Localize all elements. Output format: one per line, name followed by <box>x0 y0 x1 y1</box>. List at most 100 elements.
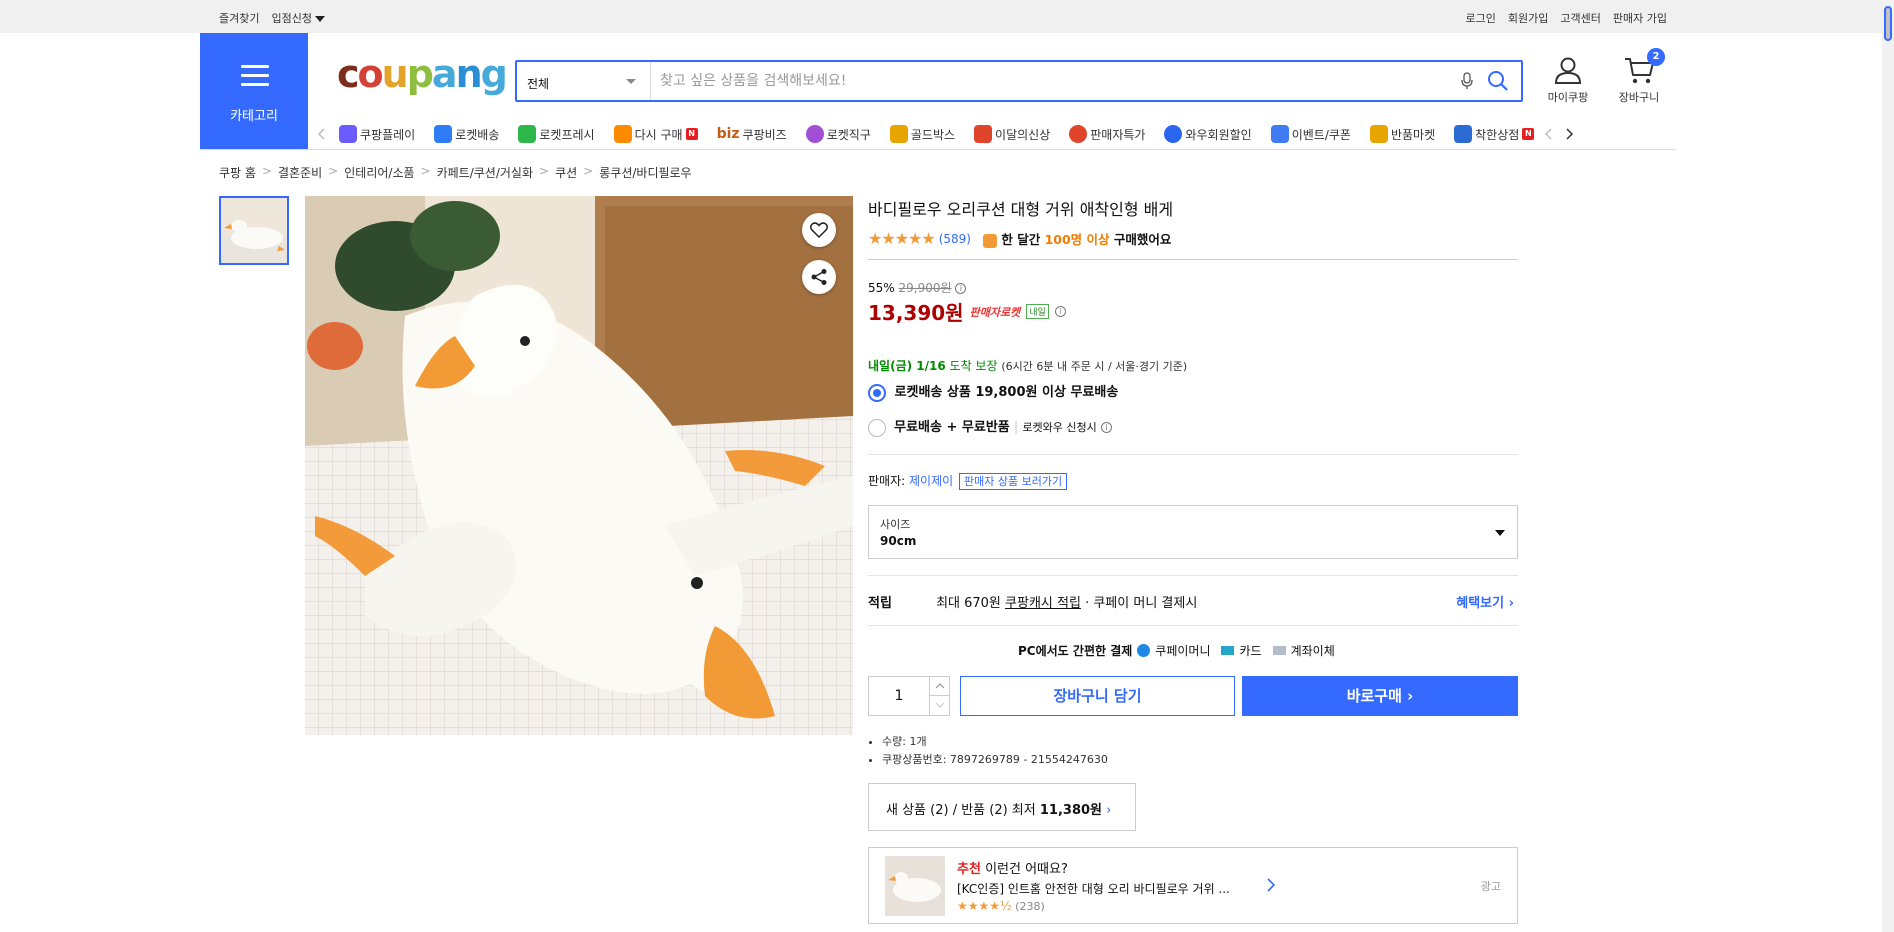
divider <box>868 454 1518 455</box>
percent-icon <box>1069 125 1088 143</box>
quantity-increase-button[interactable] <box>929 677 950 696</box>
chevron-left-icon[interactable] <box>1542 127 1556 141</box>
nav-label: 로켓프레시 <box>539 127 595 142</box>
breadcrumb-item[interactable]: 카페트/쿠션/거실화 <box>437 164 533 181</box>
nav-item-coupang-play[interactable]: 쿠팡플레이 <box>339 125 415 143</box>
shipping-option-rocket[interactable]: 로켓배송 상품 19,800원 이상 무료배송 <box>868 381 1118 402</box>
nav-item-goldbox[interactable]: 골드박스 <box>889 125 955 143</box>
nav-item-coupang-biz[interactable]: biz 쿠팡비즈 <box>717 126 787 143</box>
purchase-highlight: 100명 이상 <box>1044 232 1110 247</box>
new-used-offers-button[interactable]: 새 상품 (2) / 반품 (2) 최저 11,380원 › <box>868 783 1136 831</box>
shipping-option-free[interactable]: 무료배송 + 무료반품 | 로켓와우 신청시 i <box>868 416 1112 437</box>
favorites-link[interactable]: 즐겨찾기 <box>219 10 259 26</box>
chevron-down-icon <box>935 702 945 708</box>
partner-apply-link[interactable]: 입점신청 <box>271 10 325 26</box>
seller-rocket-badge: 판매자로켓 <box>969 305 1021 319</box>
tomorrow-badge: 내일 <box>1026 304 1049 319</box>
heart-icon <box>810 222 828 239</box>
coupang-cash-link[interactable]: 쿠팡캐시 적립 <box>1005 596 1081 611</box>
cart-count-badge: 2 <box>1647 48 1665 66</box>
review-count-link[interactable]: (589) <box>939 232 971 246</box>
list-item: 수량: 1개 <box>882 733 1108 751</box>
nav-item-events-coupons[interactable]: 이벤트/쿠폰 <box>1270 125 1351 143</box>
nav-item-new-arrivals[interactable]: 이달의신상 <box>974 125 1050 143</box>
category-menu-button[interactable]: 카테고리 <box>200 33 308 149</box>
cart-button[interactable]: 2 장바구니 <box>1609 48 1669 105</box>
market-icon <box>1369 125 1388 143</box>
add-to-cart-button[interactable]: 장바구니 담기 <box>960 676 1235 716</box>
new-badge: N <box>685 128 698 140</box>
chevron-right-icon[interactable] <box>1562 127 1576 141</box>
share-button[interactable] <box>802 260 836 294</box>
search-icon[interactable] <box>1487 70 1509 92</box>
radio-selected[interactable] <box>868 383 886 402</box>
pc-pay-label: PC에서도 간편한 결제 <box>1018 644 1133 658</box>
info-icon[interactable]: i <box>1054 306 1066 317</box>
search-category-select[interactable]: 전체 <box>517 62 651 100</box>
product-info-panel: 바디필로우 오리쿠션 대형 거위 애착인형 배게 ★★★★★ (589) 한 달… <box>868 196 1518 248</box>
size-select[interactable]: 사이즈 90cm <box>868 505 1518 559</box>
my-coupang-button[interactable]: 마이쿠팡 <box>1538 55 1598 105</box>
search-input[interactable] <box>660 70 1440 92</box>
nav-item-return-market[interactable]: 반품마켓 <box>1369 125 1436 143</box>
quantity-decrease-button[interactable] <box>929 696 950 715</box>
nav-label: 착한상점 <box>1475 127 1520 142</box>
product-main-image[interactable] <box>305 196 853 735</box>
nav-item-rocket-global[interactable]: 로켓직구 <box>805 125 871 143</box>
rating-stars: ★★★★★ <box>868 229 936 248</box>
reward-row: 적립 최대 670원 쿠팡캐시 적립 · 쿠페이 머니 결제시 혜택보기 › <box>868 592 1518 611</box>
seller-products-button[interactable]: 판매자 상품 보러가기 <box>959 473 1068 490</box>
nav-item-seller-deals[interactable]: 판매자특가 <box>1069 125 1145 143</box>
wow-icon <box>1164 125 1183 143</box>
buy-now-button[interactable]: 바로구매 › <box>1242 676 1518 716</box>
recommended-product-image[interactable] <box>885 856 945 916</box>
nav-item-rebuy[interactable]: 다시 구매 N <box>613 125 698 143</box>
signup-link[interactable]: 회원가입 <box>1508 10 1548 26</box>
recommendation-card[interactable]: 추천 이런건 어때요? [KC인증] 인트홈 안전한 대형 오리 바디필로우 거… <box>868 847 1518 924</box>
radio-unselected[interactable] <box>868 418 886 437</box>
login-link[interactable]: 로그인 <box>1466 10 1496 26</box>
customer-center-link[interactable]: 고객센터 <box>1560 10 1600 26</box>
nav-item-rocket-delivery[interactable]: 로켓배송 <box>434 125 499 143</box>
rating-row: ★★★★★ (589) 한 달간 100명 이상 구매했어요 <box>868 229 1518 248</box>
chevron-right-icon: › <box>1508 596 1514 611</box>
chevron-left-icon[interactable] <box>315 127 329 141</box>
info-icon[interactable]: i <box>1100 422 1112 433</box>
reward-label: 적립 <box>868 596 892 611</box>
product-thumbnail[interactable] <box>219 196 289 265</box>
coupang-logo[interactable]: coupang <box>337 52 508 96</box>
breadcrumb-item[interactable]: 쿠션 <box>555 164 577 181</box>
chevron-right-icon: > <box>583 164 594 178</box>
pc-pay-row: PC에서도 간편한 결제 쿠페이머니 카드 계좌이체 <box>1018 642 1335 659</box>
nav-item-rocket-fresh[interactable]: 로켓프레시 <box>518 125 595 143</box>
recommended-product-name[interactable]: [KC인증] 인트홈 안전한 대형 오리 바디필로우 거위 ... <box>957 880 1257 897</box>
wishlist-button[interactable] <box>802 213 836 247</box>
quantity-value[interactable]: 1 <box>869 688 929 704</box>
chevron-right-icon[interactable] <box>1265 877 1277 893</box>
breadcrumb-item[interactable]: 롱쿠션/바디필로우 <box>599 164 691 181</box>
microphone-icon[interactable] <box>1461 72 1473 90</box>
breadcrumb-item[interactable]: 결혼준비 <box>278 164 322 181</box>
product-title: 바디필로우 오리쿠션 대형 거위 애착인형 배게 <box>868 200 1174 219</box>
pay-card-label: 카드 <box>1239 644 1262 658</box>
nav-label: 쿠팡플레이 <box>360 127 416 142</box>
reward-amount: 최대 670원 <box>936 596 1001 611</box>
benefits-link[interactable]: 혜택보기 › <box>1456 592 1514 611</box>
search-category-value: 전체 <box>527 77 550 91</box>
caret-down-icon <box>1495 530 1505 536</box>
breadcrumb-item[interactable]: 쿠팡 홈 <box>219 164 256 181</box>
seller-name-link[interactable]: 제이제이 <box>909 474 953 488</box>
nav-label: 반품마켓 <box>1390 127 1436 142</box>
shipping-option-label: 로켓배송 상품 19,800원 이상 무료배송 <box>894 385 1119 400</box>
page-scrollbar[interactable] <box>1882 0 1894 932</box>
nav-item-wow-discount[interactable]: 와우회원할인 <box>1164 125 1252 143</box>
recommended-rating: ★★★★½ (238) <box>957 899 1045 913</box>
globe-rocket-icon <box>805 125 824 143</box>
seller-signup-link[interactable]: 판매자 가입 <box>1613 10 1667 26</box>
recommend-tag: 추천 <box>957 862 981 877</box>
info-icon[interactable]: i <box>955 283 967 294</box>
scrollbar-thumb[interactable] <box>1884 6 1892 41</box>
new-used-label: 새 상품 (2) / 반품 (2) 최저 <box>886 803 1036 818</box>
breadcrumb-item[interactable]: 인테리어/소품 <box>344 164 414 181</box>
nav-item-good-store[interactable]: 착한상점 N <box>1454 125 1535 143</box>
